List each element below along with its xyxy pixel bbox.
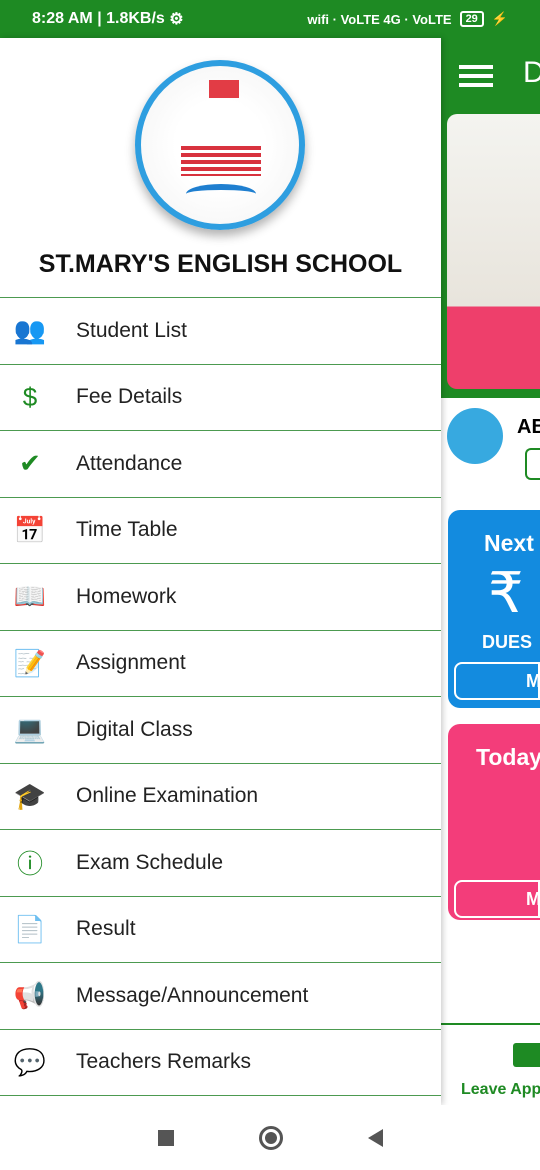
sidebar-item-homework[interactable]: 📖 Homework bbox=[0, 564, 441, 631]
battery-icon: 29 bbox=[459, 11, 484, 27]
megaphone-icon: 📢 bbox=[13, 980, 47, 1011]
book-icon: 📖 bbox=[13, 581, 47, 612]
assignment-icon: 📝 bbox=[13, 647, 47, 678]
sidebar-item-digital-class[interactable]: 💻 Digital Class bbox=[0, 697, 441, 764]
leave-application-button[interactable]: Leave App bbox=[441, 1023, 540, 1103]
sidebar-item-result[interactable]: 📄 Result bbox=[0, 897, 441, 963]
profile-button[interactable] bbox=[525, 448, 540, 480]
profile-name: AB bbox=[517, 416, 540, 438]
attendance-icon: ✔ bbox=[19, 448, 41, 479]
users-icon: 👥 bbox=[13, 315, 47, 346]
sidebar-item-label: Online Examination bbox=[76, 784, 259, 808]
signal-icons: wifi · VoLTE 4G · VoLTE bbox=[307, 11, 452, 27]
sidebar-item-label: Student List bbox=[76, 318, 187, 342]
sidebar-item-label: Teachers Remarks bbox=[76, 1050, 252, 1074]
sidebar-item-label: Attendance bbox=[76, 451, 183, 475]
dues-more-button[interactable]: M bbox=[454, 662, 540, 700]
sidebar-item-exam-schedule[interactable]: ⓘ Exam Schedule bbox=[0, 830, 441, 897]
settings-icon: ⚙ bbox=[164, 11, 184, 28]
home-button[interactable] bbox=[258, 1125, 283, 1150]
graduation-cap-icon: 🎓 bbox=[13, 780, 47, 811]
dashboard-background: D AB Next ₹ DUES M Today M Leave App bbox=[441, 38, 540, 1105]
dashboard-title: D bbox=[523, 56, 540, 89]
drawer-menu: 👥 Student List $ Fee Details ✔ Attendance 📅 Tim… bbox=[0, 297, 441, 1096]
sidebar-item-label: Digital Class bbox=[76, 717, 193, 741]
sidebar-item-label: Message/Announcement bbox=[76, 983, 309, 1007]
menu-icon[interactable] bbox=[459, 60, 493, 92]
today-card: Today M bbox=[448, 724, 540, 920]
dues-label: DUES bbox=[482, 632, 533, 652]
sidebar-item-label: Assignment bbox=[76, 651, 186, 675]
calendar-clock-icon: 📅 bbox=[13, 514, 47, 545]
sidebar-item-label: Time Table bbox=[76, 518, 178, 542]
school-name: ST.MARY'S ENGLISH SCHOOL bbox=[38, 250, 403, 278]
back-button[interactable] bbox=[367, 1128, 383, 1147]
dollar-icon: $ bbox=[22, 381, 38, 412]
info-icon: ⓘ bbox=[16, 849, 43, 880]
status-bar: 8:28 AM | 1.8KB/s ⚙ wifi · VoLTE 4G · Vo… bbox=[0, 0, 540, 38]
school-logo bbox=[135, 60, 305, 230]
rupee-icon: ₹ bbox=[488, 561, 524, 624]
sidebar-item-online-examination[interactable]: 🎓 Online Examination bbox=[0, 764, 441, 830]
sidebar-item-label: Homework bbox=[76, 584, 177, 608]
sidebar-item-label: Exam Schedule bbox=[76, 850, 224, 874]
sidebar-item-attendance[interactable]: ✔ Attendance bbox=[0, 431, 441, 498]
sidebar-item-teachers-remarks[interactable]: 💬 Teachers Remarks bbox=[0, 1030, 441, 1096]
navigation-drawer: ST.MARY'S ENGLISH SCHOOL 👥 Student List $ F… bbox=[0, 38, 441, 1105]
sidebar-item-time-table[interactable]: 📅 Time Table bbox=[0, 498, 441, 564]
sidebar-item-fee-details[interactable]: $ Fee Details bbox=[0, 365, 441, 431]
charging-icon: ⚡ bbox=[491, 11, 508, 26]
dues-card-title: Next bbox=[484, 530, 534, 556]
recents-button[interactable] bbox=[157, 1129, 174, 1146]
sidebar-item-label: Fee Details bbox=[76, 385, 183, 409]
sidebar-item-message-announcement[interactable]: 📢 Message/Announcement bbox=[0, 963, 441, 1030]
sidebar-item-label: Result bbox=[76, 917, 136, 941]
envelope-icon bbox=[513, 1043, 540, 1067]
system-nav-bar bbox=[0, 1105, 540, 1170]
status-time: 8:28 AM | 1.8KB/s bbox=[32, 10, 165, 27]
today-card-title: Today bbox=[476, 744, 540, 770]
dues-card: Next ₹ DUES M bbox=[448, 510, 540, 708]
sidebar-item-assignment[interactable]: 📝 Assignment bbox=[0, 631, 441, 697]
laptop-icon: 💻 bbox=[13, 714, 47, 745]
result-icon: 📄 bbox=[13, 913, 47, 944]
avatar bbox=[447, 408, 503, 464]
sidebar-item-student-list[interactable]: 👥 Student List bbox=[0, 298, 441, 365]
today-more-button[interactable]: M bbox=[454, 880, 540, 918]
leave-label: Leave App bbox=[461, 1081, 540, 1098]
comment-icon: 💬 bbox=[13, 1046, 47, 1077]
banner-image bbox=[447, 114, 540, 389]
